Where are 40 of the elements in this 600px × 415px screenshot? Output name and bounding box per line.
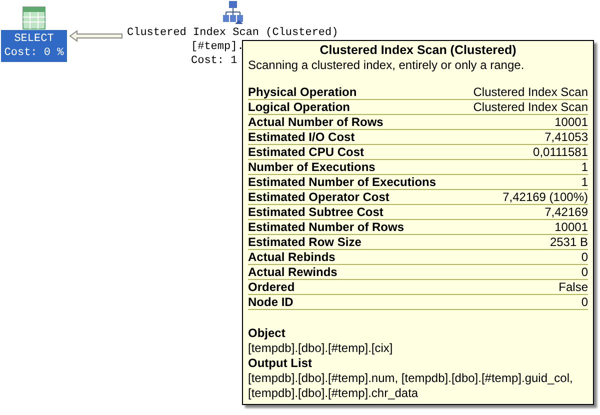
property-value: 0 (581, 250, 588, 264)
property-value: 1 (581, 160, 588, 174)
property-name: Actual Number of Rows (248, 115, 384, 129)
section-heading: Output List (248, 356, 313, 371)
property-name: Estimated I/O Cost (248, 130, 355, 144)
tooltip-description: Scanning a clustered index, entirely or only a range. (248, 58, 526, 73)
property-name: Actual Rebinds (248, 250, 336, 264)
property-value: 7,41053 (544, 130, 588, 144)
property-value: 7,42169 (100%) (502, 190, 588, 204)
tooltip-title: Clustered Index Scan (Clustered) (318, 43, 518, 58)
hierarchy-icon (222, 0, 243, 24)
operator-label[interactable]: SELECT Cost: 0 % (1, 30, 67, 62)
property-name: Estimated Subtree Cost (248, 205, 384, 219)
arrow (69, 30, 123, 42)
property-name: Logical Operation (248, 100, 350, 114)
property-value: 0 (581, 265, 588, 279)
property-value: 10001 (554, 115, 588, 129)
property-name: Estimated Number of Executions (248, 175, 436, 189)
property-name: Node ID (248, 295, 294, 309)
property-name: Physical Operation (248, 85, 357, 99)
property-name: Actual Rewinds (248, 265, 338, 279)
property-value: Clustered Index Scan (473, 85, 588, 99)
property-value: False (558, 280, 588, 294)
property-name: Estimated Number of Rows (248, 220, 404, 234)
property-value: 0,0111581 (533, 145, 588, 159)
property-value: Clustered Index Scan (473, 100, 588, 114)
property-value: 0 (581, 295, 588, 309)
property-name: Estimated Operator Cost (248, 190, 390, 204)
property-value: 7,42169 (544, 205, 588, 219)
property-value: 2531 B (550, 235, 588, 249)
table-icon (22, 6, 46, 30)
section-text: [tempdb].[dbo].[#temp].num, [tempdb].[dbo].[#temp].guid_col, [tempdb].[dbo].[#temp].chr_data (248, 371, 574, 401)
property-value: 1 (581, 175, 588, 189)
section-text: [tempdb].[dbo].[#temp].[cix] (248, 341, 394, 356)
property-name: Estimated Row Size (248, 235, 362, 249)
property-name: Estimated CPU Cost (248, 145, 364, 159)
property-value: 10001 (554, 220, 588, 234)
property-name: Number of Executions (248, 160, 376, 174)
property-name: Ordered (248, 280, 295, 294)
section-heading: Object (248, 326, 286, 341)
